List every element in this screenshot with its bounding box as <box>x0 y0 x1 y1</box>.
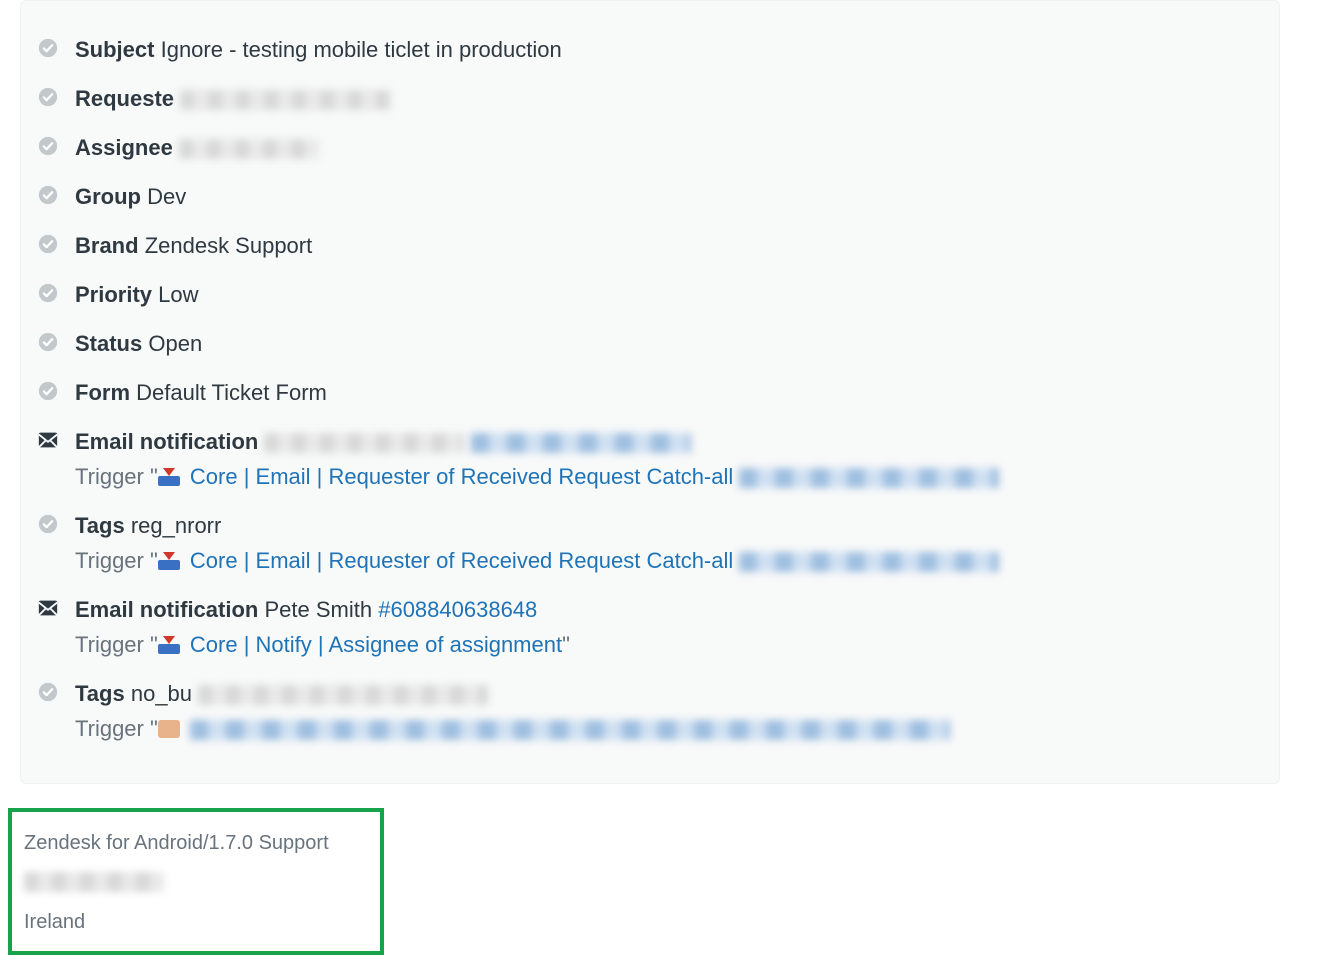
trigger-line: Trigger " <box>75 712 1263 745</box>
event-label: Brand <box>75 233 139 258</box>
trigger-suffix: " <box>562 632 570 657</box>
check-circle-icon <box>37 513 59 535</box>
event-header: Email notification Pete Smith #608840638… <box>75 593 1263 626</box>
event-label: Form <box>75 380 130 405</box>
event-row: Form Default Ticket Form <box>37 368 1263 417</box>
event-header: Assignee <box>75 131 1263 164</box>
event-label: Email notification <box>75 597 258 622</box>
ticket-events-panel: Subject Ignore - testing mobile ticlet i… <box>20 0 1280 784</box>
event-label: Requeste <box>75 86 174 111</box>
mail-icon <box>37 429 59 451</box>
event-header: Email notification <box>75 425 1263 458</box>
check-circle-icon <box>37 86 59 108</box>
event-header: Tags no_bu <box>75 677 1263 710</box>
redacted-content <box>471 433 691 453</box>
hand-icon <box>158 720 180 738</box>
event-row: Assignee <box>37 123 1263 172</box>
client-info-redacted <box>24 864 368 897</box>
event-label: Tags <box>75 513 125 538</box>
event-value: Open <box>148 331 202 356</box>
redacted-content <box>198 685 488 705</box>
event-row: Tags no_bu Trigger " <box>37 669 1263 753</box>
event-label: Subject <box>75 37 154 62</box>
event-value: Zendesk Support <box>145 233 313 258</box>
event-value: Dev <box>147 184 186 209</box>
inbox-tray-icon <box>158 636 180 654</box>
event-row: Brand Zendesk Support <box>37 221 1263 270</box>
trigger-prefix: Trigger " <box>75 632 158 657</box>
check-circle-icon <box>37 37 59 59</box>
redacted-content <box>739 468 999 488</box>
event-label: Email notification <box>75 429 258 454</box>
trigger-line: Trigger " Core | Notify | Assignee of as… <box>75 628 1263 661</box>
redacted-content <box>739 552 999 572</box>
event-header: Tags reg_nrorr <box>75 509 1263 542</box>
trigger-line: Trigger " Core | Email | Requester of Re… <box>75 460 1263 493</box>
ticket-reference-link[interactable]: #608840638648 <box>378 597 537 622</box>
event-row: Group Dev <box>37 172 1263 221</box>
event-row: Status Open <box>37 319 1263 368</box>
redacted-content <box>190 720 950 740</box>
check-circle-icon <box>37 380 59 402</box>
trigger-line: Trigger " Core | Email | Requester of Re… <box>75 544 1263 577</box>
mail-icon <box>37 597 59 619</box>
event-header: Group Dev <box>75 180 1263 213</box>
event-row: Priority Low <box>37 270 1263 319</box>
redacted-content <box>180 90 390 110</box>
check-circle-icon <box>37 681 59 703</box>
inbox-tray-icon <box>158 468 180 486</box>
event-header: Requeste <box>75 82 1263 115</box>
event-label: Priority <box>75 282 152 307</box>
event-row: Subject Ignore - testing mobile ticlet i… <box>37 25 1263 74</box>
event-header: Priority Low <box>75 278 1263 311</box>
client-info-box: Zendesk for Android/1.7.0 Support Irelan… <box>8 808 384 955</box>
trigger-prefix: Trigger " <box>75 464 158 489</box>
check-circle-icon <box>37 331 59 353</box>
redacted-content <box>264 433 464 453</box>
event-value: reg_nrorr <box>131 513 221 538</box>
trigger-link[interactable]: Core | Notify | Assignee of assignment <box>190 632 562 657</box>
event-header: Form Default Ticket Form <box>75 376 1263 409</box>
event-row: Tags reg_nrorr Trigger " Core | Email | … <box>37 501 1263 585</box>
event-label: Group <box>75 184 141 209</box>
check-circle-icon <box>37 282 59 304</box>
event-row: Requeste <box>37 74 1263 123</box>
trigger-prefix: Trigger " <box>75 716 158 741</box>
client-app-version: Zendesk for Android/1.7.0 Support <box>24 828 368 858</box>
event-header: Status Open <box>75 327 1263 360</box>
event-header: Brand Zendesk Support <box>75 229 1263 262</box>
event-label: Status <box>75 331 142 356</box>
event-row: Email notification Trigger " Core | Emai… <box>37 417 1263 501</box>
event-value: Low <box>158 282 198 307</box>
redacted-content <box>179 139 319 159</box>
event-row: Email notification Pete Smith #608840638… <box>37 585 1263 669</box>
trigger-link[interactable]: Core | Email | Requester of Received Req… <box>190 548 733 573</box>
event-value: Ignore - testing mobile ticlet in produc… <box>161 37 562 62</box>
event-label: Assignee <box>75 135 173 160</box>
inbox-tray-icon <box>158 552 180 570</box>
event-header: Subject Ignore - testing mobile ticlet i… <box>75 33 1263 66</box>
event-label: Tags <box>75 681 125 706</box>
event-value: Pete Smith <box>264 597 372 622</box>
trigger-prefix: Trigger " <box>75 548 158 573</box>
trigger-link[interactable]: Core | Email | Requester of Received Req… <box>190 464 733 489</box>
check-circle-icon <box>37 233 59 255</box>
check-circle-icon <box>37 184 59 206</box>
event-value: Default Ticket Form <box>136 380 327 405</box>
check-circle-icon <box>37 135 59 157</box>
event-value: no_bu <box>131 681 192 706</box>
